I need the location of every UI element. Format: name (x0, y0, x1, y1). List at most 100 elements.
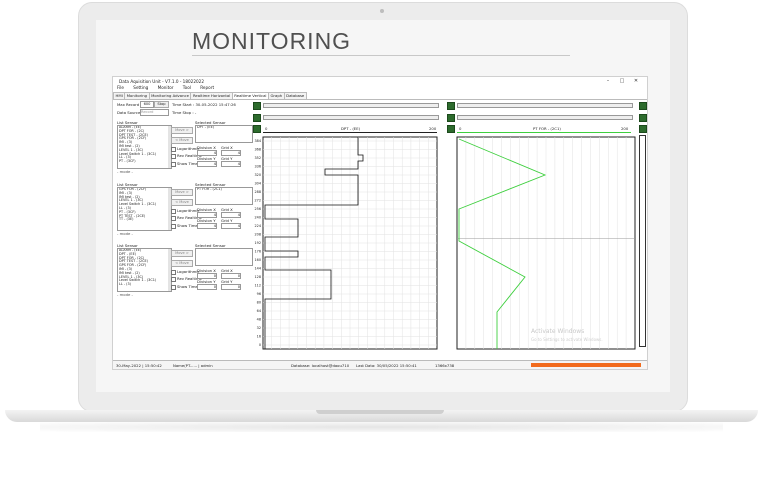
move-left-button[interactable]: < Move (171, 260, 193, 267)
show-time-label: Show Time (177, 223, 198, 228)
checkbox-box[interactable] (171, 223, 176, 229)
minimize-button[interactable]: – (601, 78, 615, 84)
stop-button[interactable]: Stop (154, 101, 169, 108)
laptop-shadow (40, 422, 723, 432)
side-icon-3[interactable] (639, 125, 647, 133)
menu-setting[interactable]: Setting (133, 85, 148, 90)
checkbox-box[interactable] (171, 215, 176, 221)
graph1-max: 200 (429, 126, 437, 131)
menu-file[interactable]: File (117, 85, 124, 90)
graph1-y-tick: 80 (257, 301, 261, 305)
status-database: Database: localhost@daou710 (291, 363, 350, 368)
tab-monitoring[interactable]: Monitoring (124, 92, 150, 99)
graph1-y-tick: 352 (255, 156, 261, 160)
show-time-checkbox[interactable]: Show Time (171, 223, 198, 229)
graph1-y-tick: 208 (255, 233, 261, 237)
maximize-button[interactable]: □ (615, 78, 629, 84)
graph1-y-tick: 384 (255, 139, 261, 143)
selected-sensor-item[interactable]: DPT - (EE) (197, 126, 252, 130)
tab-database[interactable]: Database (283, 92, 307, 99)
status-bar: 30-May-2022 | 15:50:42 Name(PT...... | a… (113, 360, 647, 369)
sensor-list-item[interactable]: PT - (3CF) (119, 159, 171, 164)
division-y-input[interactable]: 4 (197, 161, 217, 167)
move-right-button[interactable]: Move > (171, 250, 193, 257)
show-time-checkbox[interactable]: Show Time (171, 161, 198, 167)
tab-realtime-vertical[interactable]: Realtime Vertical (231, 92, 269, 99)
checkbox-box[interactable] (171, 146, 176, 152)
graph1-bar-1 (263, 103, 439, 108)
checkbox-box[interactable] (171, 153, 176, 159)
logarithmic-checkbox[interactable]: Logarithmic (171, 208, 199, 214)
graph1-y-tick: 144 (255, 267, 261, 271)
graph1-icon-3[interactable] (253, 125, 261, 133)
graph1-y-tick: 224 (255, 224, 261, 228)
move-right-button[interactable]: Move > (171, 189, 193, 196)
graph1-y-tick: 0 (259, 343, 261, 347)
graph1-bar-2 (263, 115, 439, 120)
move-right-button[interactable]: Move > (171, 127, 193, 134)
app-window: Data Aquisition Unit - V7.1.0 - 18022022… (112, 76, 648, 370)
selected-sensor-list[interactable]: DPT - (EE) (195, 125, 253, 143)
time-stop: Time Stop : - (172, 110, 197, 115)
graph1-y-tick: 176 (255, 250, 261, 254)
move-left-button[interactable]: < Move (171, 199, 193, 206)
menu-tool[interactable]: Tool (183, 85, 191, 90)
activate-windows-title: Activate Windows (531, 328, 585, 335)
checkbox-box[interactable] (171, 208, 176, 214)
mode-label: - mode - (117, 231, 133, 236)
checkbox-box[interactable] (171, 269, 176, 275)
camera-dot (380, 9, 384, 13)
graph1-y-tick: 336 (255, 165, 261, 169)
tab-monitoring-advance[interactable]: Monitoring Advance (148, 92, 192, 99)
logarithmic-checkbox[interactable]: Logarithmic (171, 146, 199, 152)
graph1-y-tick: 288 (255, 190, 261, 194)
division-y-input[interactable]: 4 (197, 223, 217, 229)
graph1-y-tick: 256 (255, 207, 261, 211)
sensor-list-item[interactable]: LL - (3) (119, 282, 171, 287)
checkbox-box[interactable] (171, 161, 176, 167)
max-record-input[interactable]: 600 (140, 101, 154, 108)
status-resolution: 1366x738 (435, 363, 455, 368)
sensor-list[interactable]: GPS FOR - (2CF) IMI - (3) IMI test - (2) LE… (117, 187, 172, 231)
graph1-min: 0 (265, 126, 268, 131)
selected-sensor-list[interactable] (195, 248, 253, 266)
graph2-icon-3[interactable] (447, 125, 455, 133)
mode-label: - mode - (117, 169, 133, 174)
status-last-data: Last Data: 30/05/2022 15:50:41 (356, 363, 417, 368)
show-time-checkbox[interactable]: Show Time (171, 284, 198, 290)
side-icon-2[interactable] (639, 114, 647, 122)
graph2-icon-2[interactable] (447, 114, 455, 122)
tab-graph[interactable]: Graph (267, 92, 285, 99)
tab-realtime-horizontal[interactable]: Realtime Horizontal (190, 92, 233, 99)
checkbox-box[interactable] (171, 284, 176, 290)
graph2-icon-1[interactable] (447, 102, 455, 110)
side-icon-1[interactable] (639, 102, 647, 110)
graph1-sensor: DPT - (EE) (341, 126, 361, 131)
data-source-select[interactable]: Record (140, 109, 169, 116)
grid-y-input[interactable]: 0 (221, 284, 241, 290)
graph1-icon-2[interactable] (253, 114, 261, 122)
graph1-y-tick: 112 (255, 284, 261, 288)
close-button[interactable]: ✕ (629, 78, 643, 84)
menu-monitor[interactable]: Monitor (158, 85, 174, 90)
logarithmic-checkbox[interactable]: Logarithmic (171, 269, 199, 275)
title-bar: Data Aquisition Unit - V7.1.0 - 18022022… (113, 77, 647, 85)
graph1-y-tick: 32 (257, 326, 261, 330)
status-datetime: 30-May-2022 | 15:50:42 (116, 363, 162, 368)
sensor-list[interactable]: ALARM - (EE) DPT FOR - (2C) DPT TEST - (2C… (117, 125, 172, 169)
sensor-list[interactable]: ALARM - (EE) DPT - (EE) DPT FOR - (2C) DPT … (117, 248, 172, 292)
graph1-y-tick: 240 (255, 216, 261, 220)
graph1-icon-1[interactable] (253, 102, 261, 110)
selected-sensor-item[interactable]: PT FOR - (2C1) (197, 188, 252, 192)
checkbox-box[interactable] (171, 276, 176, 282)
sensor-list-item[interactable]: TT - (3E) (119, 218, 171, 222)
selected-sensor-list[interactable]: PT FOR - (2C1) (195, 187, 253, 205)
move-left-button[interactable]: < Move (171, 137, 193, 144)
division-y-input[interactable]: 0 (197, 284, 217, 290)
app-title: Data Aquisition Unit - V7.1.0 - 18022022 (119, 79, 204, 84)
data-source-label: Data Source (117, 110, 141, 115)
show-time-label: Show Time (177, 284, 198, 289)
grid-y-input[interactable]: 4 (221, 161, 241, 167)
menu-report[interactable]: Report (200, 85, 214, 90)
grid-y-input[interactable]: 4 (221, 223, 241, 229)
